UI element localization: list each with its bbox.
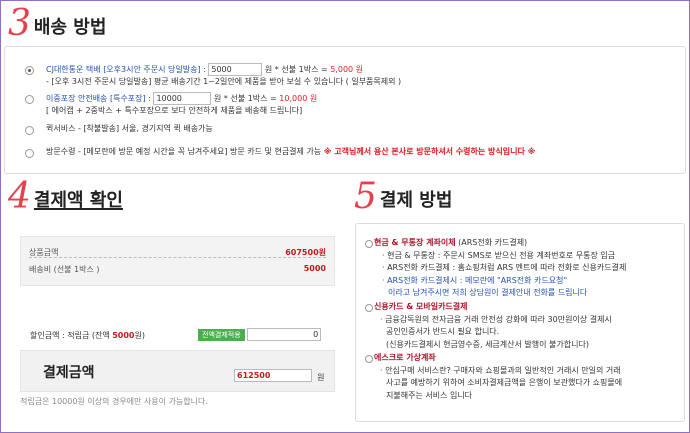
- radio-button[interactable]: [25, 66, 34, 75]
- product-amount-label: 상품금액: [29, 248, 59, 257]
- radio-button[interactable]: [365, 240, 373, 248]
- unit-text: 원 * 선불 1박스 =: [213, 94, 277, 103]
- option-desc: - [오후 3시전 주문시 당일발송] 평균 배송기간 1~2일안에 제품을 받…: [46, 77, 402, 86]
- option-desc: [ 에어캡 + 2중박스 + 특수포장으로 보다 안전하게 제품을 배송해 드립…: [46, 106, 303, 115]
- payment-method-cash[interactable]: 현금 & 무통장 계좌이체 (ARS전화 카드결제) · 현금 & 무통장 : …: [365, 237, 627, 300]
- section-heading: 배송 방법: [33, 17, 107, 38]
- option-name: CJ대한통운 택배 [오후3시안 주문시 당일발송] :: [46, 65, 206, 74]
- radio-button[interactable]: [25, 95, 34, 104]
- final-amount-box: 결제금액 612500 원: [20, 350, 335, 392]
- method-line: 사고를 예방하기 위하여 소비자결제금액을 은행이 보관했다가 쇼핑몰에: [386, 378, 623, 387]
- option-name: 방문수령 - [메모란에 방문 예정 시간을 꼭 남겨주세요] 방문 카드 및 …: [46, 147, 322, 156]
- section-number: 3: [8, 3, 31, 44]
- option-name: 퀵서비스 - [착불발송] 서울, 경기지역 퀵 배송가능: [46, 124, 213, 133]
- discount-label: 할인금액 : 적립금 (잔액: [30, 331, 110, 340]
- discount-row: 할인금액 : 적립금 (잔액 5000원) 전액결제적용 0: [30, 328, 328, 341]
- method-line: · ARS전화 카드결제 : 홈쇼핑처럼 ARS 멘트에 따라 전화로 신용카드…: [382, 263, 627, 272]
- section-number: 4: [8, 176, 31, 217]
- payment-section-title: 5 결제 방법: [354, 179, 452, 215]
- method-line: · 현금 & 무통장 : 주문시 SMS로 받으신 전용 계좌번호로 무통장 입…: [382, 250, 616, 260]
- shipping-fee-row: 배송비 (선불 1박스 ) 5000: [29, 264, 326, 275]
- radio-button[interactable]: [365, 304, 373, 312]
- method-line-highlight: 이라고 남겨주시면 저희 상담원이 결제안내 전화를 드립니다: [388, 288, 588, 297]
- option-note: ※ 고객님께서 용산 본사로 방문하셔서 수령하는 방식입니다 ※: [323, 147, 536, 156]
- unit-text: 원 * 선불 1박스 =: [264, 65, 328, 74]
- payment-method-card[interactable]: 신용카드 & 모바일카드결제 · 금융감독원의 전자금융 거래 안전성 강화에 …: [365, 301, 612, 351]
- method-line: · 금융감독원의 전자금융 거래 안전성 강화에 따라 30만원이상 결제시: [380, 314, 612, 324]
- section-heading: 결제 방법: [379, 190, 453, 211]
- shipping-fee-field[interactable]: 5000: [208, 63, 263, 76]
- method-line: (신용카드결제시 현금영수증, 세금계산서 발행이 불가합니다): [386, 339, 589, 349]
- discount-input[interactable]: 0: [247, 328, 322, 341]
- shipping-fee-label: 배송비 (선불 1박스 ): [29, 265, 100, 274]
- points-note: 적립금은 10000원 이상의 경우에만 사용이 가능합니다.: [20, 397, 208, 406]
- shipping-fee-field[interactable]: 10000: [153, 92, 212, 105]
- final-amount-label: 결제금액: [43, 365, 95, 381]
- method-name: 현금 & 무통장 계좌이체: [374, 238, 456, 247]
- option-name: 이중포장 안전배송 [특수포장] :: [46, 94, 151, 103]
- final-amount-field: 612500: [234, 369, 312, 382]
- price-summary-box: 상품금액 607500원 배송비 (선불 1박스 ) 5000: [20, 236, 335, 286]
- confirm-section-title: 4 결제액 확인: [8, 179, 123, 215]
- total-text: 5,000 원: [330, 65, 364, 74]
- delivery-section-title: 3 배송 방법: [8, 6, 106, 42]
- method-name: 에스크로 가상계좌: [374, 353, 436, 362]
- shipping-fee-value: 5000: [303, 264, 326, 273]
- final-amount-unit: 원: [317, 373, 325, 382]
- method-name: 신용카드 & 모바일카드결제: [374, 302, 468, 311]
- discount-label-end: 원): [134, 331, 145, 340]
- method-line-highlight: · ARS전화 카드결제시 : 메모란에 "ARS전화 카드요청": [382, 275, 568, 285]
- radio-button[interactable]: [25, 126, 34, 135]
- method-line: 공인인증서가 반드시 필요 합니다.: [386, 327, 500, 336]
- radio-button[interactable]: [365, 355, 373, 363]
- payment-method-escrow[interactable]: 에스크로 가상계좌 · 안심구매 서비스란? 구매자와 쇼핑몰과의 일반적인 거…: [365, 352, 623, 402]
- payment-methods-box: 현금 & 무통장 계좌이체 (ARS전화 카드결제) · 현금 & 무통장 : …: [355, 223, 685, 422]
- section-number: 5: [354, 176, 377, 217]
- radio-button[interactable]: [25, 149, 34, 158]
- delivery-options-box: CJ대한통운 택배 [오후3시안 주문시 당일발송] : 5000 원 * 선불…: [4, 46, 686, 174]
- section-heading: 결제액 확인: [33, 190, 123, 211]
- method-line: · 안심구매 서비스란? 구매자와 쇼핑몰과의 일반적인 거래시 만일의 거래: [380, 365, 621, 375]
- method-suffix: (ARS전화 카드결제): [458, 238, 528, 247]
- discount-balance: 5000: [112, 331, 135, 340]
- apply-full-button[interactable]: 전액결제적용: [198, 328, 245, 341]
- method-line: 지불해주는 서비스 입니다: [386, 390, 473, 400]
- total-text: 10,000 원: [279, 94, 318, 103]
- divider: [29, 257, 326, 258]
